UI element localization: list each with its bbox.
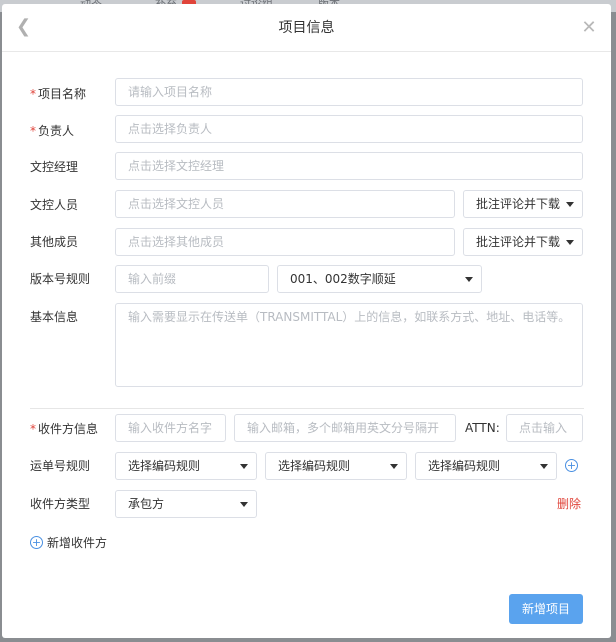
- recipient-type-value: 承包方: [128, 497, 165, 511]
- recipient-label: * 收件方信息: [30, 415, 98, 443]
- add-recipient-plus-icon[interactable]: +: [30, 536, 43, 549]
- version-rule-label: 版本号规则: [30, 272, 91, 286]
- add-rule-plus-icon[interactable]: +: [565, 459, 578, 472]
- caret-down-icon: [540, 464, 548, 469]
- waybill-rule-value-3: 选择编码规则: [428, 459, 501, 473]
- doc-staff-permission-value: 批注评论并下载: [476, 197, 561, 211]
- other-members-label: 其他成员: [30, 235, 79, 249]
- doc-staff-input[interactable]: 点击选择文控人员: [115, 190, 455, 218]
- caret-down-icon: [465, 277, 473, 282]
- add-recipient-link[interactable]: 新增收件方: [47, 529, 107, 557]
- doc-staff-permission-select[interactable]: 批注评论并下载: [463, 190, 583, 218]
- required-asterisk: *: [30, 87, 36, 101]
- version-scheme-select[interactable]: 001、002数字顺延: [277, 265, 482, 293]
- attn-label: ATTN:: [465, 421, 500, 435]
- caret-down-icon: [240, 502, 248, 507]
- waybill-rule-value-1: 选择编码规则: [128, 459, 201, 473]
- basic-info-label: 基本信息: [30, 310, 79, 324]
- other-members-permission-select[interactable]: 批注评论并下载: [463, 228, 583, 256]
- project-info-dialog: ❮ 项目信息 ✕ * 项目名称 请输入项目名称 * 负责人 点击选择负责人 文控经理…: [2, 4, 611, 638]
- caret-down-icon: [566, 240, 574, 245]
- dialog-header: ❮ 项目信息 ✕: [2, 4, 611, 52]
- other-members-input[interactable]: 点击选择其他成员: [115, 228, 455, 256]
- attn-input[interactable]: 点击输入: [506, 414, 583, 442]
- waybill-rule-select-3[interactable]: 选择编码规则: [415, 452, 557, 480]
- recipient-name-input[interactable]: 输入收件方名字: [115, 414, 226, 442]
- recipient-label-text: 收件方信息: [38, 422, 99, 436]
- caret-down-icon: [566, 202, 574, 207]
- delete-recipient-button[interactable]: 删除: [557, 490, 581, 518]
- project-name-label-text: 项目名称: [38, 87, 87, 101]
- version-scheme-value: 001、002数字顺延: [290, 272, 396, 286]
- add-project-button[interactable]: 新增项目: [509, 594, 583, 624]
- version-prefix-input[interactable]: 输入前缀: [115, 265, 269, 293]
- waybill-rule-select-2[interactable]: 选择编码规则: [265, 452, 407, 480]
- owner-label: * 负责人: [30, 117, 74, 145]
- section-divider: [30, 408, 584, 409]
- owner-label-text: 负责人: [38, 124, 75, 138]
- dialog-title: 项目信息: [278, 20, 335, 36]
- close-icon[interactable]: ✕: [580, 18, 598, 38]
- project-name-label: * 项目名称: [30, 80, 86, 108]
- doc-manager-label: 文控经理: [30, 160, 79, 174]
- waybill-rule-label: 运单号规则: [30, 459, 91, 473]
- other-members-permission-value: 批注评论并下载: [476, 235, 561, 249]
- project-name-input[interactable]: 请输入项目名称: [115, 78, 583, 106]
- waybill-rule-value-2: 选择编码规则: [278, 459, 351, 473]
- waybill-rule-select-1[interactable]: 选择编码规则: [115, 452, 257, 480]
- caret-down-icon: [240, 464, 248, 469]
- recipient-email-input[interactable]: 输入邮箱，多个邮箱用英文分号隔开: [234, 414, 456, 442]
- doc-manager-input[interactable]: 点击选择文控经理: [115, 152, 583, 180]
- recipient-type-select[interactable]: 承包方: [115, 490, 257, 518]
- basic-info-textarea[interactable]: 输入需要显示在传送单（TRANSMITTAL）上的信息，如联系方式、地址、电话等…: [115, 303, 583, 387]
- required-asterisk: *: [30, 124, 36, 138]
- recipient-type-label: 收件方类型: [30, 497, 91, 511]
- caret-down-icon: [390, 464, 398, 469]
- doc-staff-label: 文控人员: [30, 198, 79, 212]
- owner-input[interactable]: 点击选择负责人: [115, 115, 583, 143]
- required-asterisk: *: [30, 422, 36, 436]
